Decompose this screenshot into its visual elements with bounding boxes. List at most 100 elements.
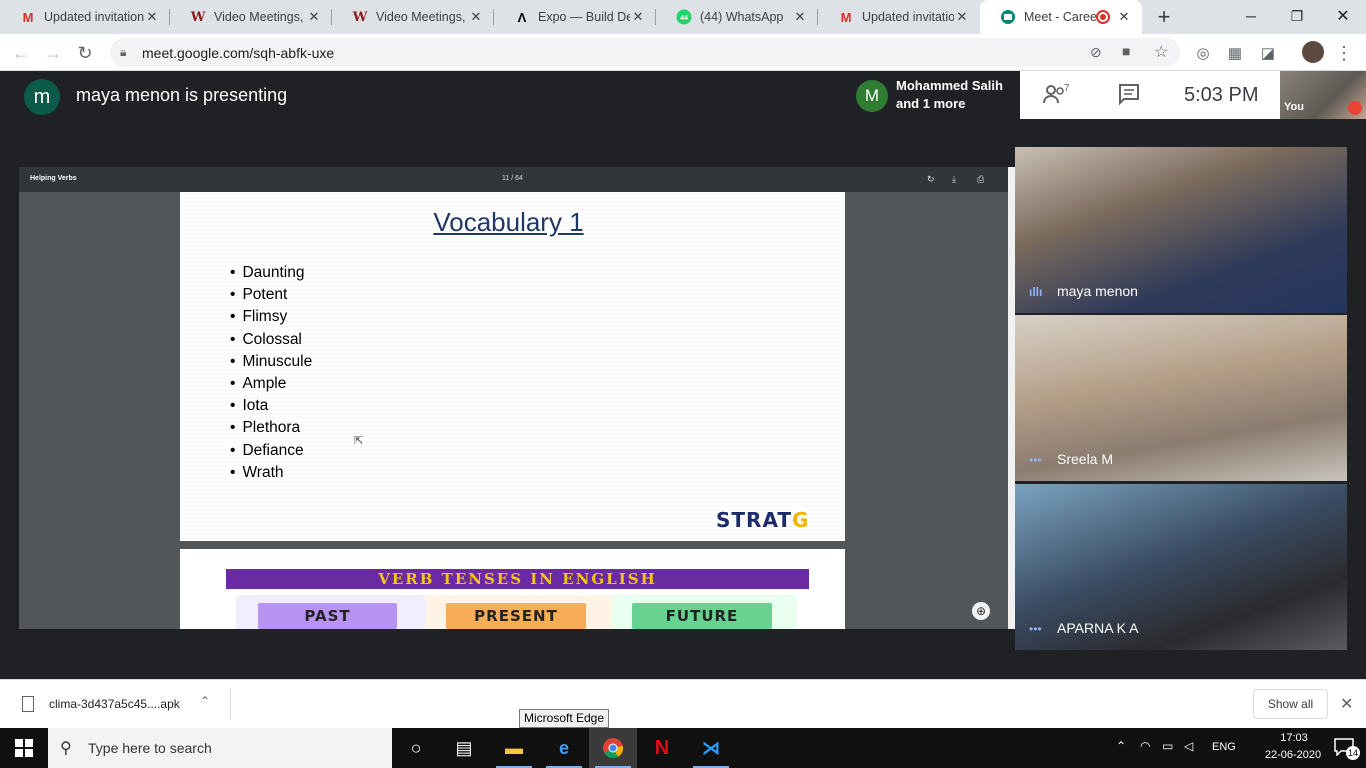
meet-stage: m maya menon is presenting M Mohammed Sa… [0,71,1366,679]
tab-wix-2[interactable]: W Video Meetings, V ✕ [332,0,494,34]
wifi-icon[interactable]: ◠ [1140,739,1150,753]
minimize-button[interactable]: ─ [1228,0,1274,32]
participant-tile[interactable]: ıllı maya menon [1015,147,1347,313]
cookie-blocked-icon[interactable]: ⊘ [1090,44,1102,61]
expo-icon: Λ [517,9,527,25]
meet-icon [1000,9,1016,25]
slide-page-next: VERB TENSES IN ENGLISH PAST PRESENT FUTU… [180,549,845,629]
tab-title: Updated invitation [44,10,144,24]
back-button[interactable]: ← [8,40,34,66]
tab-title: Expo — Build Deta [538,10,630,24]
tab-title: (44) WhatsApp [700,10,784,24]
window-close-button[interactable]: ✕ [1320,0,1366,32]
self-label: You [1284,101,1304,113]
chevron-up-icon[interactable]: ⌃ [200,694,210,708]
tab-expo[interactable]: Λ Expo — Build Deta ✕ [494,0,656,34]
language-indicator[interactable]: ENG [1212,741,1236,753]
gmail-icon: M [840,9,852,25]
battery-icon[interactable]: ▭ [1162,739,1173,753]
start-button[interactable] [0,728,48,768]
wix-icon: W [352,9,368,25]
netflix-icon[interactable]: N [638,728,686,768]
tab-title: Video Meetings, V [214,10,306,24]
list-item: Iota [230,397,312,419]
tab-meet[interactable]: Meet - Caree ✕ [980,0,1142,34]
close-icon[interactable]: ✕ [1340,694,1353,714]
volume-icon[interactable]: ◁ [1184,739,1193,753]
new-tab-button[interactable]: + [1152,5,1176,29]
file-explorer-icon[interactable]: ▬ [490,728,538,768]
menu-icon[interactable]: ⋮ [1334,43,1354,63]
list-item: Plethora [230,419,312,441]
extension-icon[interactable]: ◎ [1193,43,1213,63]
chevron-up-icon[interactable]: ⌃ [1116,739,1126,753]
participant-tile[interactable]: ••• APARNA K A [1015,484,1347,650]
bookmark-star-icon[interactable]: ☆ [1154,42,1168,62]
extension-2-icon[interactable]: ▦ [1225,43,1245,63]
others-label: Mohammed Salih and 1 more [896,77,1003,113]
tense-column-future: FUTURE [612,595,797,629]
tab-gmail-1[interactable]: M Updated invitation ✕ [0,0,170,34]
tab-gmail-2[interactable]: M Updated invitation ✕ [818,0,980,34]
profile-avatar[interactable] [1302,41,1324,63]
chat-icon[interactable] [1118,83,1142,107]
list-item: Colossal [230,331,312,353]
list-item: Wrath [230,464,312,486]
reload-button[interactable]: ↻ [72,40,98,66]
list-item: Minuscule [230,353,312,375]
tab-title: Video Meetings, V [376,10,468,24]
tense-column-present: PRESENT [426,595,612,629]
svg-text:44: 44 [680,15,688,22]
forward-button[interactable]: → [40,40,66,66]
download-icon[interactable]: ⤓ [952,174,956,185]
show-all-button[interactable]: Show all [1253,689,1328,719]
list-item: Defiance [230,442,312,464]
self-view-tile[interactable]: You [1280,71,1366,119]
list-item: Flimsy [230,308,312,330]
taskbar-time[interactable]: 17:03 [1264,732,1324,744]
others-more: and 1 more [896,96,966,111]
task-view-icon[interactable]: ▤ [440,728,488,768]
participant-tile[interactable]: ••• Sreela M [1015,315,1347,481]
close-icon[interactable]: ✕ [144,9,160,25]
list-item: Ample [230,375,312,397]
pdf-toolbar: Helping Verbs 11 / 64 ↻ ⤓ ⎙ [19,167,1009,192]
restore-button[interactable]: ❐ [1274,0,1320,32]
cursor-icon: ⇱ [354,435,364,447]
slide-title: Vocabulary 1 [433,207,584,237]
extension-3-icon[interactable]: ◪ [1258,43,1278,63]
vscode-icon[interactable]: ⋊ [687,728,735,768]
close-icon[interactable]: ✕ [1116,9,1132,25]
tab-whatsapp[interactable]: 44 (44) WhatsApp ✕ [656,0,818,34]
tab-title: Meet - Caree [1024,10,1096,24]
pdf-title: Helping Verbs [30,175,77,182]
chrome-icon[interactable] [589,728,637,768]
camera-icon[interactable]: ■ [1122,43,1130,59]
taskbar: ⚲ Type here to search ○ ▤ ▬ e N ⋊ ⌃ ◠ ▭ … [0,728,1366,768]
tense-future: FUTURE [632,603,772,629]
fit-page-button[interactable]: ⊕ [972,602,990,620]
download-item[interactable]: clima-3d437a5c45....apk [49,697,180,711]
close-icon[interactable]: ✕ [954,9,970,25]
taskbar-search[interactable]: ⚲ Type here to search [48,728,392,768]
print-icon[interactable]: ⎙ [977,174,984,185]
participant-count: 7 [1064,83,1070,94]
cortana-icon[interactable]: ○ [392,728,440,768]
tab-wix-1[interactable]: W Video Meetings, V ✕ [170,0,332,34]
close-icon[interactable]: ✕ [630,9,646,25]
address-bar[interactable]: 🔒︎ meet.google.com/sqh-abfk-uxe ⊘ ■ ☆ [110,38,1180,67]
edge-icon[interactable]: e [540,728,588,768]
more-options-icon[interactable]: ••• [1029,453,1042,467]
rotate-icon[interactable]: ↻ [927,174,935,185]
close-icon[interactable]: ✕ [468,9,484,25]
taskbar-date[interactable]: 22-06-2020 [1260,749,1326,761]
close-icon[interactable]: ✕ [792,9,808,25]
close-icon[interactable]: ✕ [306,9,322,25]
notification-center-button[interactable]: 14 [1334,738,1360,760]
pdf-scrollbar[interactable] [1008,167,1015,629]
tooltip: Microsoft Edge [519,709,610,728]
speaking-icon: ıllı [1029,285,1043,299]
page-indicator: 11 / 64 [502,175,523,182]
more-options-icon[interactable]: ••• [1029,622,1042,636]
presenting-label: maya menon is presenting [76,85,288,105]
